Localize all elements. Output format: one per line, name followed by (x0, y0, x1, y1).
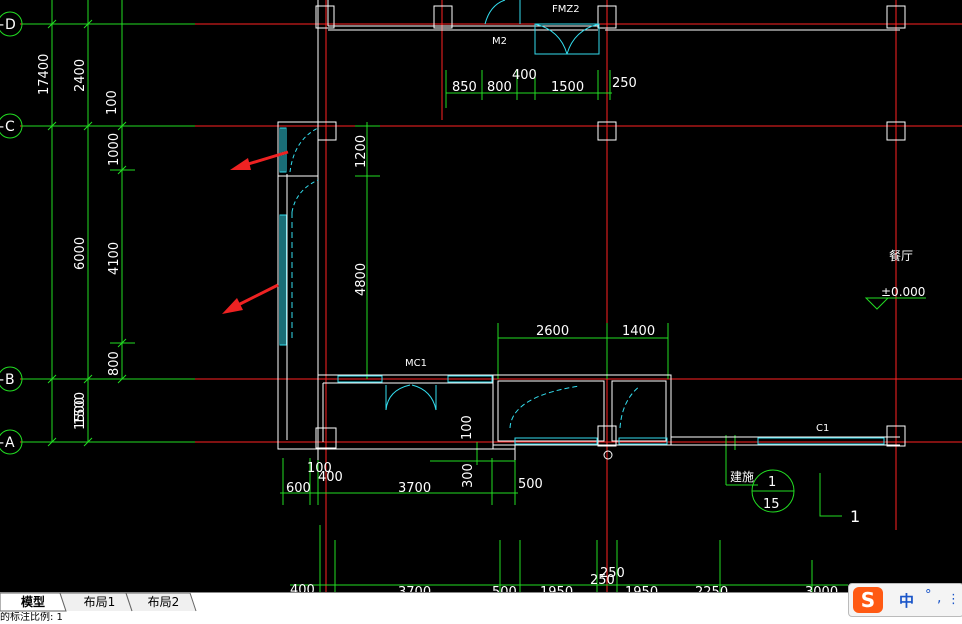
label-fmz2: FMZ2 (552, 4, 580, 15)
label-mc1: MC1 (405, 358, 427, 369)
layout-tab-bar: 模型 布局1 布局2 (0, 592, 962, 613)
dim-850: 850 (452, 80, 477, 95)
axis-bubble-b[interactable]: - B (0, 366, 23, 392)
dim-600: 600 (286, 481, 311, 496)
dim-1500-mid: 1500 (73, 392, 88, 425)
axis-bubble-a[interactable]: - A (0, 429, 23, 455)
axis-label-c: C (5, 119, 15, 135)
svg-text:-: - (0, 17, 4, 33)
detail-ref-text: 建施 (730, 470, 754, 484)
door-labels: FMZ2 M2 MC1 C1 (405, 4, 829, 434)
detail-ref-top: 1 (768, 475, 776, 490)
dim-400-top: 400 (512, 68, 537, 83)
left-dimension-texts: 17400 6000 1500 2400 100 1000 4100 800 1… (37, 54, 122, 430)
ime-width-toggle[interactable]: ° (925, 588, 932, 603)
label-c1: C1 (816, 423, 829, 434)
dim-4800: 4800 (354, 263, 369, 296)
section-mark-label: 1 (850, 507, 860, 526)
axis-bubbles: - D - C - B - A (0, 11, 23, 455)
inner-dimension-texts: 1200 4800 2600 1400 100 300 (354, 135, 655, 488)
cad-drawing-canvas[interactable]: - D - C - B - A (0, 0, 962, 594)
door-window-lines (279, 0, 885, 445)
room-label: 餐厅 (889, 248, 913, 263)
axis-bubble-c[interactable]: - C (0, 113, 23, 139)
dim-300: 300 (461, 463, 476, 488)
dim-800-top: 800 (487, 80, 512, 95)
red-arrow-upper (230, 150, 289, 170)
tab-layout2[interactable]: 布局2 (136, 594, 191, 611)
command-line[interactable]: 的标注比例: 1 (0, 612, 962, 624)
axis-bubble-d[interactable]: - D (0, 11, 23, 37)
sogou-logo-icon[interactable]: S (853, 587, 883, 613)
dim-1000: 1000 (107, 133, 122, 166)
axis-label-a: A (5, 435, 15, 451)
svg-text:-: - (0, 372, 4, 388)
dim-400-bottom: 400 (318, 470, 343, 485)
dim-2400: 2400 (73, 59, 88, 92)
ime-toolbar[interactable]: S 中 ° , ⋮ (848, 583, 962, 617)
dim-4100: 4100 (107, 242, 122, 275)
red-arrow-lower (222, 283, 279, 314)
svg-text:-: - (0, 435, 4, 451)
top-dimension-texts: 850 800 400 1500 250 (452, 68, 637, 95)
dim-1500-top: 1500 (551, 80, 584, 95)
dim-100: 100 (105, 90, 120, 115)
tab-model[interactable]: 模型 (8, 594, 58, 611)
bottom-row-dimension-texts: 400 3700 500 1950 250 250 1950 2250 3000 (290, 566, 838, 594)
axis-label-d: D (5, 17, 16, 33)
dim-2600: 2600 (536, 324, 569, 339)
bottom-dimension-texts: 100 400 600 3700 500 (286, 461, 543, 496)
dim-250-top: 250 (612, 76, 637, 91)
svg-text:-: - (0, 119, 4, 135)
dim-500: 500 (518, 477, 543, 492)
dim-6000: 6000 (73, 237, 88, 270)
ime-punctuation-toggle[interactable]: , (937, 590, 941, 606)
dim-100-inner: 100 (460, 415, 475, 440)
label-m2: M2 (492, 36, 507, 47)
dim-1400: 1400 (622, 324, 655, 339)
dim-row-250b: 250 (600, 566, 625, 581)
detail-ref-bottom: 15 (763, 497, 780, 512)
dim-17400: 17400 (37, 54, 52, 95)
ime-language-toggle[interactable]: 中 (899, 590, 914, 611)
dim-800: 800 (107, 351, 122, 376)
axis-label-b: B (5, 372, 15, 388)
dim-3700: 3700 (398, 481, 431, 496)
ime-more-icon[interactable]: ⋮ (947, 592, 960, 607)
elevation-label: ±0.000 (881, 285, 925, 299)
detail-reference-marker[interactable]: 建施 1 15 (730, 469, 795, 513)
dim-1200: 1200 (354, 135, 369, 168)
command-line-text: 的标注比例: 1 (0, 612, 63, 623)
tab-layout1[interactable]: 布局1 (72, 594, 127, 611)
wall-lines (277, 0, 906, 460)
